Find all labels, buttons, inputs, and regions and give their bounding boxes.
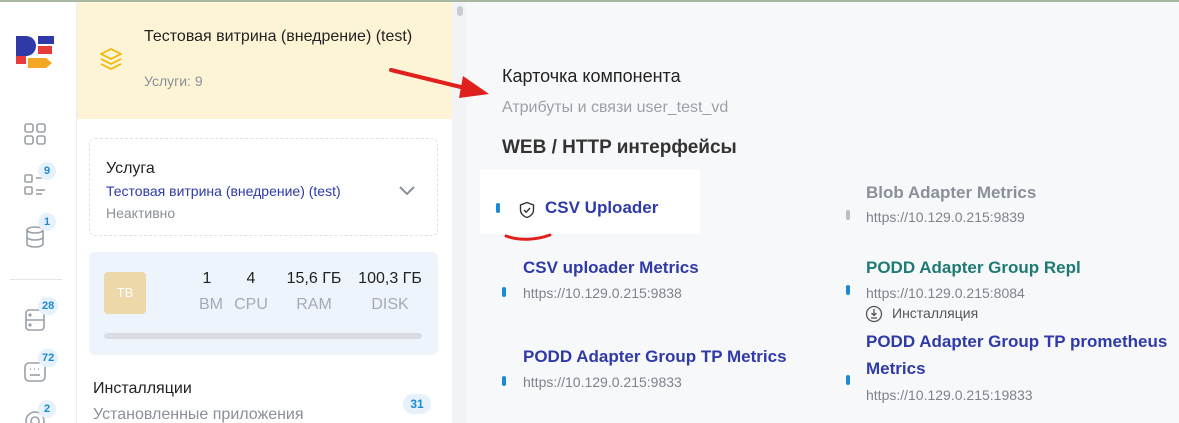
database-badge: 1 bbox=[38, 213, 56, 231]
interface-csv-uploader[interactable]: CSV Uploader bbox=[545, 198, 658, 218]
grid-icon[interactable] bbox=[22, 121, 50, 149]
showcase-services-count: Услуги: 9 bbox=[144, 73, 203, 89]
service-value: Тестовая витрина (внедрение) (test) bbox=[106, 183, 341, 199]
interface-podd-adapter-group-tp-metrics[interactable]: PODD Adapter Group TP Metrics bbox=[523, 347, 787, 367]
service-label: Услуга bbox=[106, 160, 155, 177]
page-subtitle: Атрибуты и связи user_test_vd bbox=[502, 99, 729, 116]
chevron-down-icon[interactable] bbox=[396, 179, 418, 201]
showcase-panel: Тестовая витрина (внедрение) (test) Услу… bbox=[77, 2, 452, 423]
status-dot bbox=[846, 375, 850, 385]
shield-icon bbox=[519, 201, 535, 219]
app-logo[interactable] bbox=[14, 34, 56, 76]
usage-bar bbox=[104, 333, 422, 339]
interface-podd-adapter-group-repl[interactable]: PODD Adapter Group Repl bbox=[866, 258, 1081, 278]
server-badge: 28 bbox=[38, 297, 59, 315]
interface-url[interactable]: https://10.129.0.215:19833 bbox=[866, 387, 1033, 403]
section-title: WEB / HTTP интерфейсы bbox=[502, 137, 737, 158]
installation-label[interactable]: Инсталляция bbox=[892, 305, 978, 321]
interface-url[interactable]: https://10.129.0.215:9838 bbox=[523, 285, 682, 301]
interface-blob-adapter-metrics[interactable]: Blob Adapter Metrics bbox=[866, 183, 1036, 203]
showcase-avatar: ТВ bbox=[104, 272, 146, 314]
checklist-badge: 9 bbox=[38, 162, 56, 180]
resource-ram: 15,6 ГБ RAM bbox=[286, 270, 342, 313]
component-card: Карточка компонента Атрибуты и связи use… bbox=[466, 2, 1179, 423]
installs-count-badge: 31 bbox=[403, 394, 431, 414]
scrollbar-thumb[interactable] bbox=[457, 6, 463, 16]
icon-rail: 9 1 28 72 2 bbox=[0, 2, 77, 423]
installs-subtitle: Установленные приложения bbox=[93, 406, 304, 423]
resource-cpu: 4 CPU bbox=[234, 270, 268, 313]
resources-card: ТВ 1 ВМ 4 CPU 15,6 ГБ RAM 100,3 ГБ DISK bbox=[89, 252, 438, 355]
keyboard-badge: 72 bbox=[38, 349, 59, 367]
installs-title[interactable]: Инсталляции bbox=[93, 380, 192, 398]
status-dot bbox=[496, 203, 500, 213]
status-dot bbox=[846, 285, 850, 295]
service-status: Неактивно bbox=[106, 205, 176, 221]
interface-url[interactable]: https://10.129.0.215:9833 bbox=[523, 374, 682, 390]
interface-csv-uploader-metrics[interactable]: CSV uploader Metrics bbox=[523, 258, 699, 278]
status-dot bbox=[502, 287, 506, 297]
installation-icon bbox=[865, 305, 883, 323]
interface-url[interactable]: https://10.129.0.215:8084 bbox=[866, 285, 1025, 301]
scrollbar-track[interactable] bbox=[452, 2, 466, 423]
showcase-header[interactable]: Тестовая витрина (внедрение) (test) Услу… bbox=[77, 2, 452, 119]
page-title: Карточка компонента bbox=[502, 66, 681, 86]
status-dot bbox=[502, 376, 506, 386]
status-dot bbox=[846, 210, 850, 220]
resource-vm: 1 ВМ bbox=[199, 270, 223, 313]
resource-disk: 100,3 ГБ DISK bbox=[358, 270, 422, 313]
rail-divider bbox=[10, 279, 62, 280]
interface-podd-adapter-group-tp-prometheus-metrics[interactable]: PODD Adapter Group TP prometheus bbox=[866, 332, 1167, 352]
settings-badge: 2 bbox=[38, 400, 56, 418]
service-selector[interactable]: Услуга Тестовая витрина (внедрение) (tes… bbox=[89, 138, 438, 236]
interface-podd-adapter-group-tp-prometheus-metrics-line2[interactable]: Metrics bbox=[866, 359, 926, 379]
showcase-title: Тестовая витрина (внедрение) (test) bbox=[144, 28, 413, 45]
interface-url[interactable]: https://10.129.0.215:9839 bbox=[866, 209, 1025, 225]
layers-icon bbox=[100, 48, 122, 70]
